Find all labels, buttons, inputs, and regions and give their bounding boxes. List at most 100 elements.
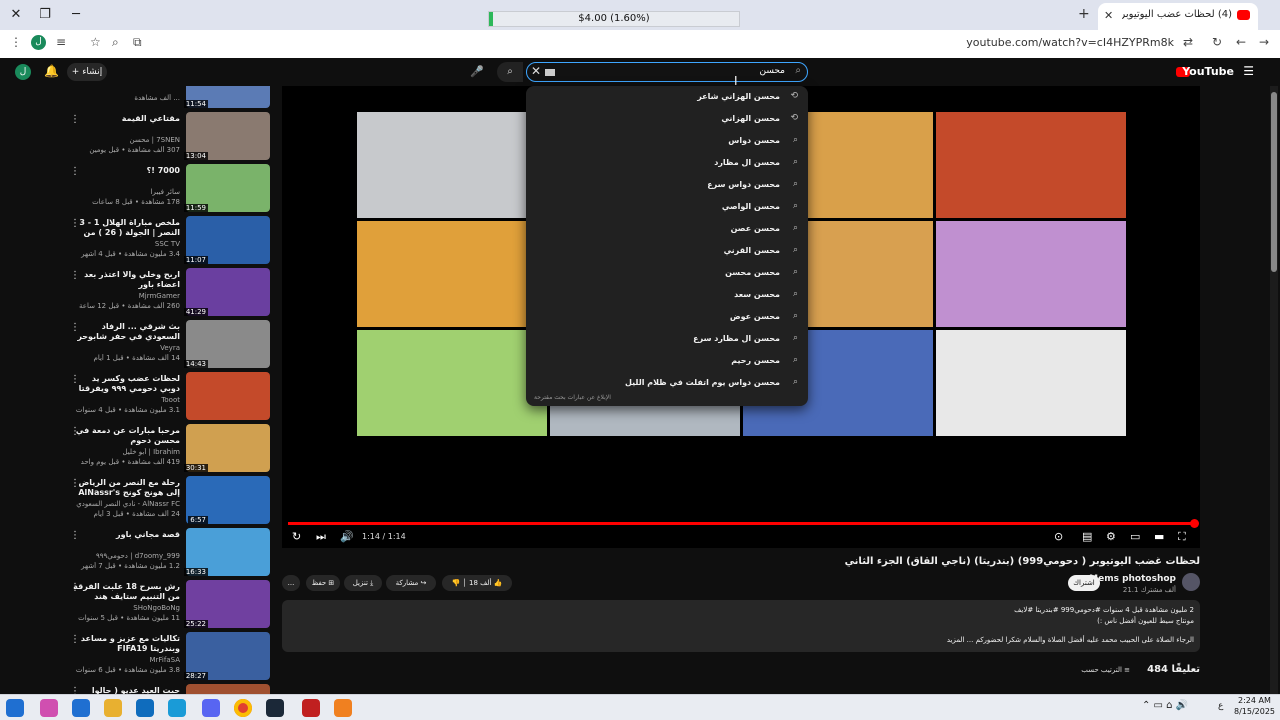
theater-mode-icon[interactable]: ▬ [1154, 530, 1164, 543]
recommended-video[interactable]: 11:07 ملخص مباراة الهلال 1 - 3 النصر | ال… [66, 216, 270, 266]
search-suggestion[interactable]: ⌕ محسن محسن [526, 263, 808, 285]
dislike-icon[interactable]: 👎 [452, 579, 461, 587]
sort-comments-button[interactable]: الترتيب حسب ≡ [1081, 666, 1130, 674]
search-suggestion[interactable]: ⌕ محسن عصن [526, 219, 808, 241]
chrome-taskbar-icon[interactable] [234, 699, 252, 717]
site-settings-icon[interactable]: ⇄ [1183, 35, 1193, 49]
clock-time[interactable]: 2:24 AM [1238, 696, 1271, 705]
store-taskbar-icon[interactable] [72, 699, 90, 717]
search-button[interactable]: ⌕ [497, 62, 523, 82]
more-options-icon[interactable]: ⋮ [70, 686, 80, 694]
discord-taskbar-icon[interactable] [202, 699, 220, 717]
recommended-video[interactable]: 25:22 رش بسرح 18 علبت الفرقة من التنبيم س… [66, 580, 270, 630]
recommended-video[interactable]: 11:59 7000 !؟ سائر فيبرا 178 مشاهدة • قبل 8… [66, 164, 270, 214]
video-thumbnail[interactable] [186, 684, 270, 694]
start-taskbar-icon[interactable] [6, 699, 24, 717]
more-options-icon[interactable]: ⋮ [70, 426, 80, 437]
screenshot-icon[interactable]: ⧉ [133, 35, 142, 50]
search-suggestion[interactable]: ⌕ محسن عوض [526, 307, 808, 329]
more-options-icon[interactable]: ⋮ [70, 322, 80, 333]
search-suggestion[interactable]: ⌕ محسن دواس يوم اتفلت في ظلام الليل [526, 373, 808, 395]
recommended-video[interactable]: 30:31 مرحبا مبارات عن دمعة في محسن دحوم Ib… [66, 424, 270, 474]
recommended-video[interactable]: 16:33 قصة مجاني باور d7oomy_999 | دحومي٩٩٩… [66, 528, 270, 578]
copilot-taskbar-icon[interactable] [40, 699, 58, 717]
more-options-icon[interactable]: ⋮ [70, 374, 80, 385]
share-button[interactable]: مشاركة ↪ [386, 575, 436, 591]
steam-taskbar-icon[interactable] [266, 699, 284, 717]
recommended-video[interactable]: 14:43 بث شرقي ... الرفاد السعودي في حفر ش… [66, 320, 270, 370]
more-options-icon[interactable]: ⋮ [70, 218, 80, 229]
files-taskbar-icon[interactable] [104, 699, 122, 717]
reload-icon[interactable]: ↻ [1212, 35, 1222, 49]
window-restore-icon[interactable]: ❐ [35, 5, 55, 25]
recommended-video[interactable]: لحظات عضب وكسر يد دوبي دحومي ٩٩٩ ويفرقتا… [66, 372, 270, 422]
system-tray-icons[interactable]: ⌃ ▭ ⌂ 🔊 [1142, 700, 1188, 711]
page-scrollbar[interactable] [1270, 86, 1278, 694]
search-input[interactable]: ⌕ محسن ✕ [526, 62, 808, 82]
next-icon[interactable]: ⏭ [316, 530, 326, 544]
menu-dots-icon[interactable]: ⋮ [10, 35, 22, 49]
channel-name[interactable]: Mems photoshop [1089, 574, 1176, 584]
youtube-logo[interactable]: YouTube [1182, 65, 1234, 78]
active-tab[interactable]: (4) لحظات عضب اليوتيوبر ( دحومي ✕ [1098, 3, 1258, 30]
clock-date[interactable]: 8/15/2025 [1234, 707, 1275, 716]
search-suggestion[interactable]: ⌕ محسن القرني [526, 241, 808, 263]
settings-gear-icon[interactable]: ⚙ [1106, 530, 1116, 543]
more-options-icon[interactable]: ⋮ [70, 530, 80, 541]
more-options-icon[interactable]: ⋮ [70, 634, 80, 645]
channel-avatar[interactable] [1182, 573, 1200, 591]
bookmark-star-icon[interactable]: ☆ [90, 35, 101, 49]
search-suggestion[interactable]: ⟲ محسن الهزاني شاعر [526, 87, 808, 109]
search-suggestion[interactable]: ⌕ محسن الواصي [526, 197, 808, 219]
search-suggestion[interactable]: ⟲ محسن الهزاني [526, 109, 808, 131]
clear-search-icon[interactable]: ✕ [531, 64, 541, 78]
window-minimize-icon[interactable]: ─ [66, 5, 86, 25]
autoplay-toggle[interactable]: ⊙ [1054, 530, 1063, 543]
search-suggestion[interactable]: ⌕ محسن ال مظارد سرع [526, 329, 808, 351]
recommended-video[interactable]: 11:54... ألف مشاهدة⋮ [66, 86, 270, 110]
more-options-icon[interactable]: ⋮ [70, 582, 80, 593]
window-close-icon[interactable]: ✕ [6, 5, 26, 25]
replay-icon[interactable]: ↻ [292, 530, 301, 543]
recommended-video[interactable]: جبت العيد عديو ( حالوا اصلح ... ) ⋮ [66, 684, 270, 694]
new-tab-button[interactable]: + [1078, 6, 1090, 22]
language-indicator[interactable]: ع [1218, 701, 1223, 711]
search-suggestion[interactable]: ⌕ محسن دواس [526, 131, 808, 153]
like-dislike-buttons[interactable]: 👎 │ 18 ألف 👍 [442, 575, 512, 591]
volume-icon[interactable]: 🔊 [340, 530, 354, 543]
more-options-icon[interactable]: ⋮ [70, 166, 80, 177]
subscribe-button[interactable]: اشتراك [1068, 575, 1100, 591]
back-icon[interactable]: → [1259, 35, 1269, 49]
keyboard-icon[interactable] [545, 69, 555, 76]
search-suggestion[interactable]: ⌕ محسن ال مظارد [526, 153, 808, 175]
recommended-video[interactable]: 41:29 اربح وخلي والا اعتذر بعد اعضاء باور… [66, 268, 270, 318]
search-suggestion[interactable]: ⌕ محسن رحيم [526, 351, 808, 373]
report-suggestions-link[interactable]: الإبلاغ عن عبارات بحث مقترحة [534, 394, 611, 401]
video-progress-bar[interactable] [288, 519, 1199, 528]
recommended-video[interactable]: 13:04 مقتاعي القيمة 7SNEN | محسن 307 ألف مش… [66, 112, 270, 162]
video-description[interactable]: 2 مليون مشاهدة قبل 4 سنوات #دحومي999 #بن… [282, 600, 1200, 652]
fullscreen-icon[interactable]: ⛶ [1178, 530, 1186, 544]
edge-taskbar-icon[interactable] [168, 699, 186, 717]
tab-close-icon[interactable]: ✕ [1104, 9, 1113, 22]
profile-avatar[interactable]: ل [31, 35, 46, 50]
app-red-taskbar-icon[interactable] [302, 699, 320, 717]
more-options-icon[interactable]: ⋮ [70, 114, 80, 125]
create-button[interactable]: + إنشاء [67, 63, 107, 81]
more-options-icon[interactable]: ⋮ [70, 270, 80, 281]
hamburger-menu-icon[interactable]: ☰ [1243, 64, 1254, 78]
save-button[interactable]: حفظ ⊞ [306, 575, 340, 591]
search-suggestion[interactable]: ⌕ محسن سعد [526, 285, 808, 307]
notifications-bell-icon[interactable]: 🔔 [44, 64, 59, 78]
account-avatar[interactable]: ل [15, 64, 31, 80]
recommended-video[interactable]: 6:57 رحلة مع النصر من الرياض إلى هونج كون… [66, 476, 270, 526]
url-text[interactable]: youtube.com/watch?v=cI4HZYPRm8k [966, 36, 1174, 49]
outlook-taskbar-icon[interactable] [136, 699, 154, 717]
scrollbar-thumb[interactable] [1271, 92, 1277, 272]
zoom-icon[interactable]: ⌕ [112, 35, 119, 50]
progress-scrubber-handle[interactable] [1190, 519, 1199, 528]
voice-search-icon[interactable]: 🎤 [467, 62, 487, 82]
download-button[interactable]: تنزيل ⤓ [344, 575, 382, 591]
video-thumbnail[interactable] [186, 372, 270, 420]
subtitles-icon[interactable]: ▤ [1082, 530, 1092, 543]
